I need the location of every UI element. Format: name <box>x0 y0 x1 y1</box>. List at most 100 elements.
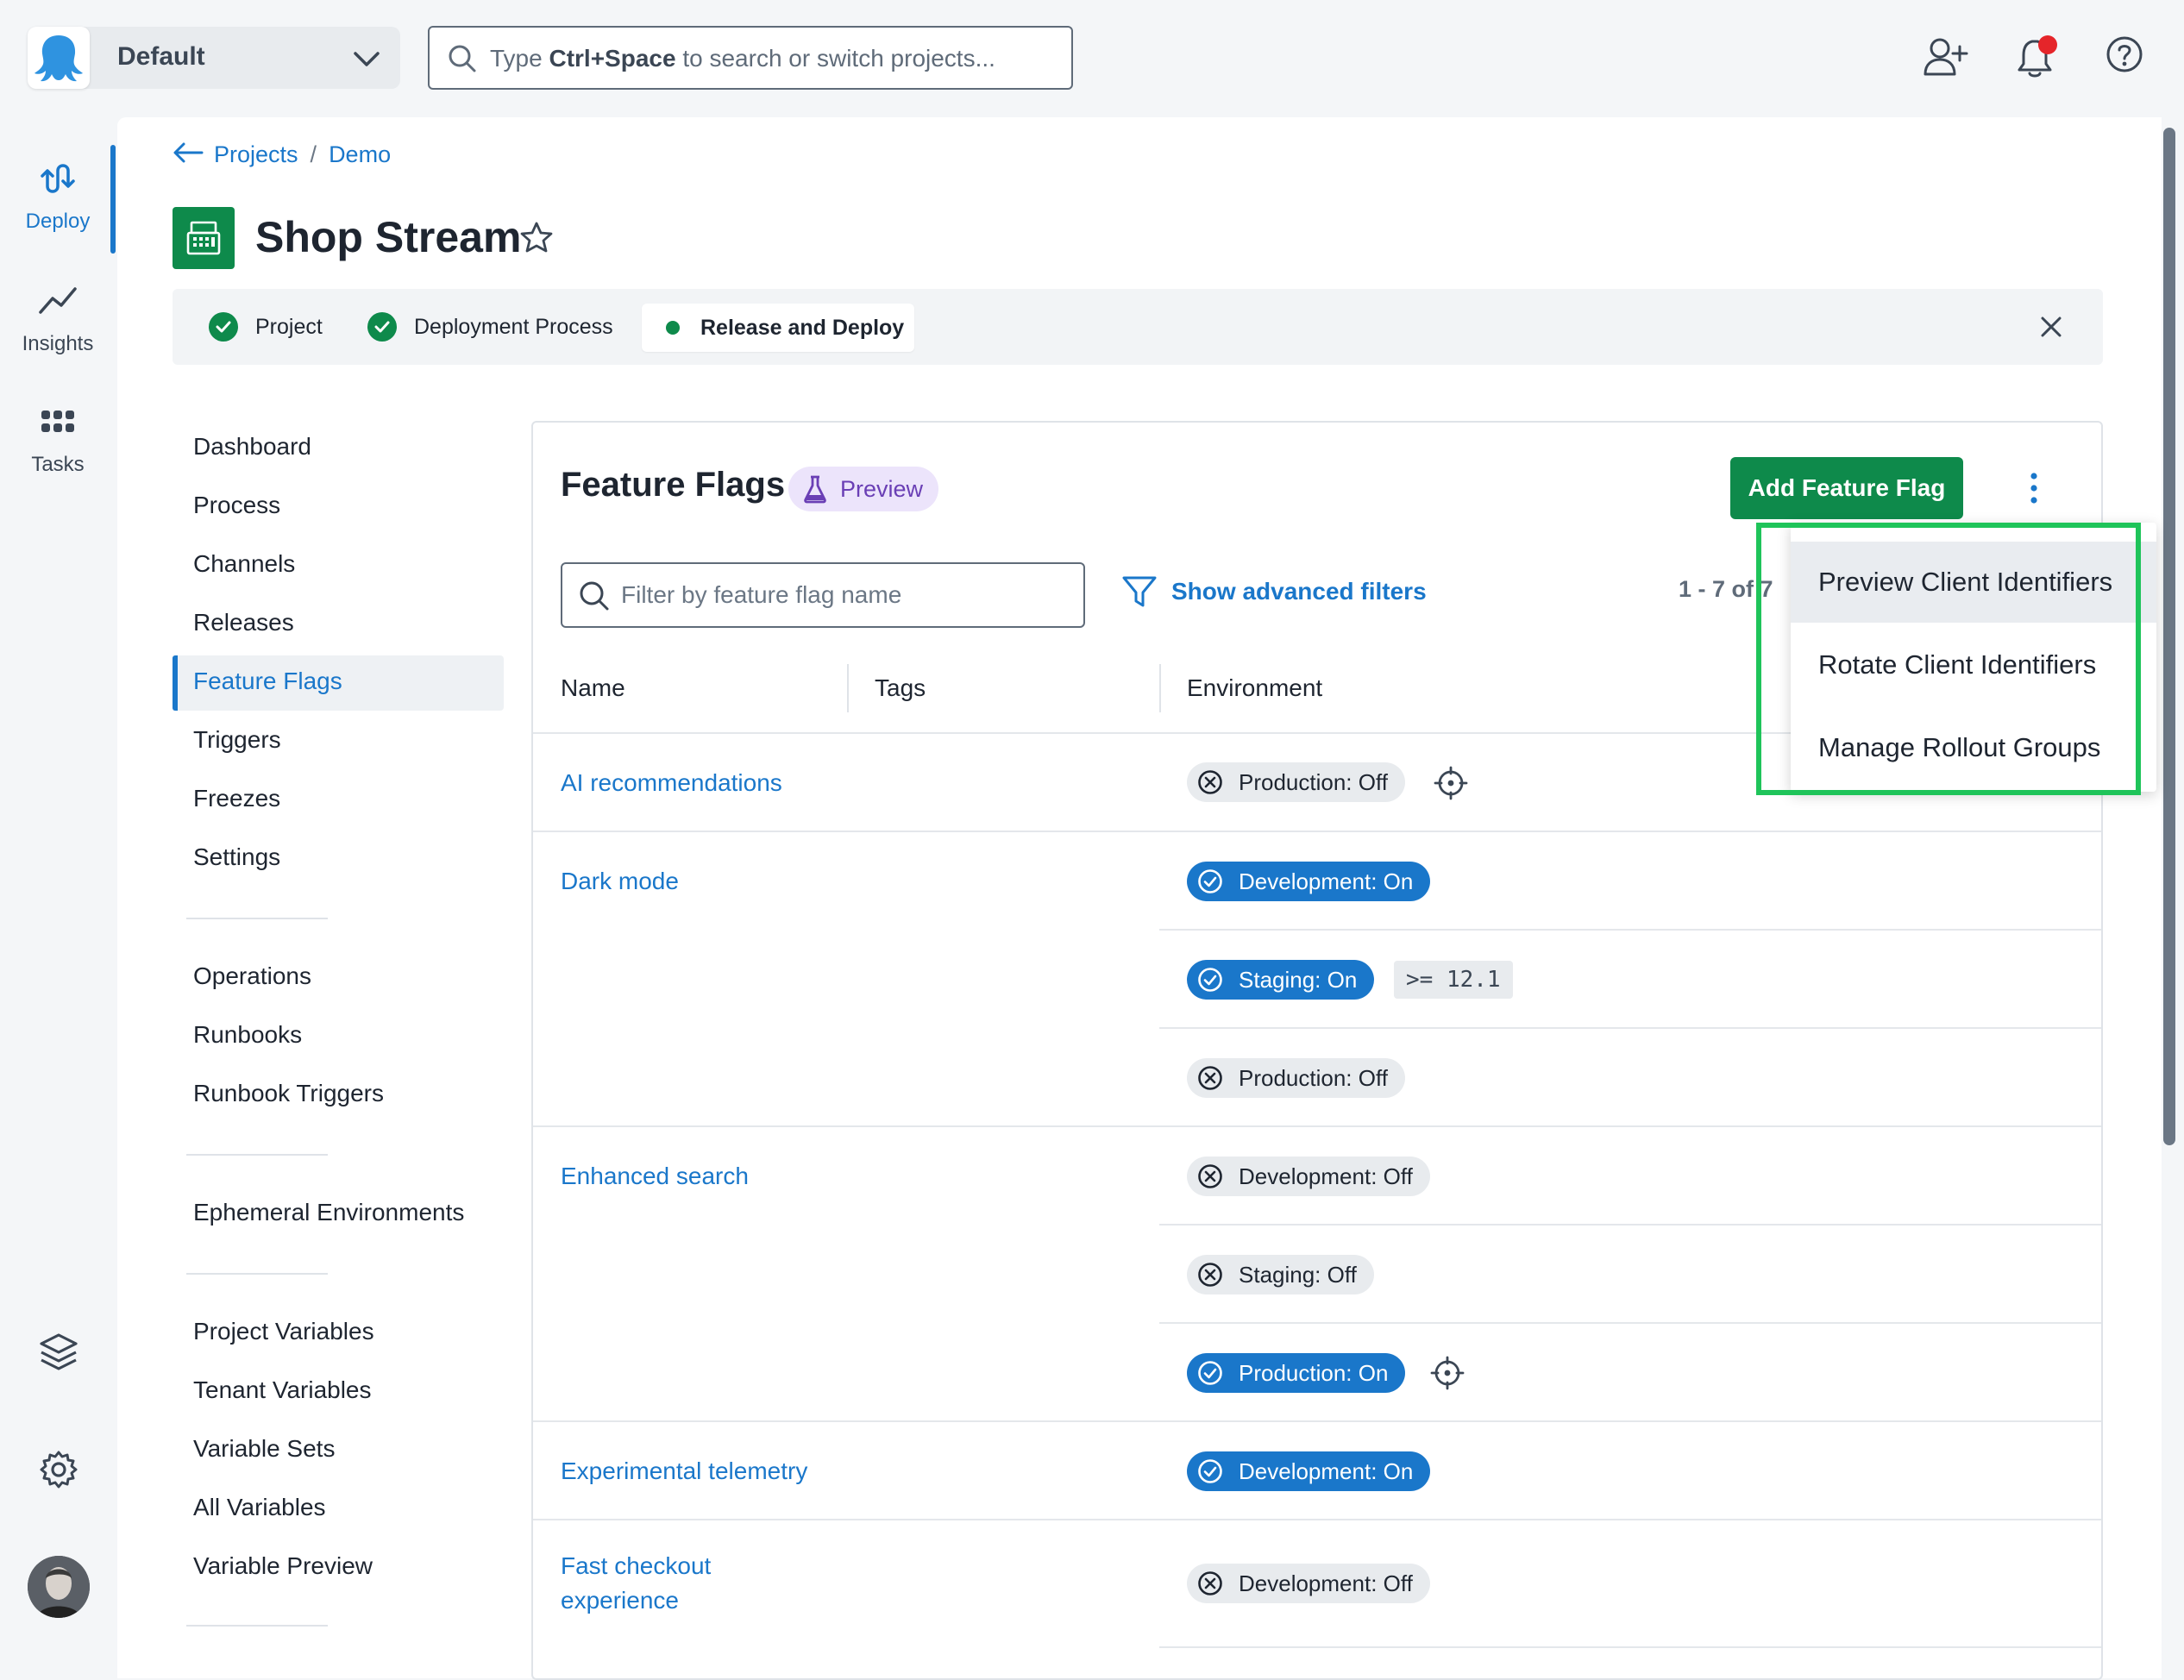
breadcrumb-projects[interactable]: Projects <box>214 141 298 167</box>
column-header-name[interactable]: Name <box>561 674 625 702</box>
rail-item-deploy[interactable]: Deploy <box>0 160 116 234</box>
sidenav-item-ephemeral-environments[interactable]: Ephemeral Environments <box>193 1199 464 1226</box>
page-scrollbar[interactable] <box>2163 128 2175 1145</box>
breadcrumb-demo[interactable]: Demo <box>329 141 391 167</box>
env-status-badge[interactable]: Production: Off <box>1187 1058 1405 1098</box>
notifications-bell-icon[interactable] <box>2013 33 2062 85</box>
sidenav-divider <box>186 1625 328 1627</box>
flask-icon <box>804 475 826 504</box>
rail-item-tasks[interactable]: Tasks <box>0 409 116 477</box>
layers-icon[interactable] <box>38 1332 79 1377</box>
check-circle-icon <box>1197 1458 1223 1484</box>
step-label: Project <box>255 314 323 339</box>
x-circle-icon <box>1197 1570 1223 1596</box>
env-status-badge[interactable]: Staging: Off <box>1187 1255 1374 1294</box>
x-circle-icon <box>1197 1163 1223 1189</box>
step-label: Deployment Process <box>414 314 613 339</box>
env-status-badge[interactable]: Development: On <box>1187 862 1431 901</box>
flag-name-link[interactable]: AI recommendations <box>561 766 782 800</box>
rail-item-insights[interactable]: Insights <box>0 285 116 356</box>
sidenav-item-releases[interactable]: Releases <box>193 609 294 636</box>
add-user-icon[interactable] <box>1922 34 1968 85</box>
settings-gear-icon[interactable] <box>38 1449 79 1495</box>
column-header-environment[interactable]: Environment <box>1187 674 1322 702</box>
sidenav-item-runbook-triggers[interactable]: Runbook Triggers <box>193 1080 384 1107</box>
back-arrow-icon[interactable] <box>173 141 204 170</box>
row-divider <box>1159 1027 2101 1029</box>
flag-name-link[interactable]: Dark mode <box>561 864 679 899</box>
check-circle-icon <box>209 312 238 342</box>
more-options-icon[interactable] <box>2018 469 2049 507</box>
x-circle-icon <box>1197 769 1223 795</box>
row-divider <box>1159 1322 2101 1324</box>
row-divider <box>533 1420 2101 1422</box>
env-status-label: Staging: Off <box>1239 1261 1357 1288</box>
row-divider <box>533 831 2101 832</box>
global-search-input[interactable]: Type Ctrl+Space to search or switch proj… <box>428 26 1073 90</box>
sidenav-item-freezes[interactable]: Freezes <box>193 785 280 812</box>
step-project[interactable]: Project <box>209 289 323 365</box>
sidenav-item-channels[interactable]: Channels <box>193 550 295 578</box>
check-circle-icon <box>1197 868 1223 894</box>
env-status-badge[interactable]: Staging: On <box>1187 960 1375 1000</box>
column-header-tags[interactable]: Tags <box>875 674 926 702</box>
rail-label: Tasks <box>31 453 85 476</box>
sidenav-item-feature-flags[interactable]: Feature Flags <box>193 668 342 695</box>
menu-item-preview-client-identifiers[interactable]: Preview Client Identifiers <box>1791 542 2156 623</box>
flag-name-link[interactable]: Experimental telemetry <box>561 1454 807 1489</box>
sidenav-item-settings[interactable]: Settings <box>193 843 280 871</box>
sidenav-item-tenant-variables[interactable]: Tenant Variables <box>193 1376 372 1404</box>
step-release-and-deploy[interactable]: Release and Deploy <box>642 304 914 352</box>
column-divider <box>1159 664 1161 712</box>
flag-filter-input[interactable]: Filter by feature flag name <box>561 562 1085 628</box>
octopus-logo[interactable] <box>28 27 90 89</box>
flag-name-link[interactable]: Enhanced search <box>561 1159 749 1194</box>
preview-badge: Preview <box>788 467 938 511</box>
sidenav-item-runbooks[interactable]: Runbooks <box>193 1021 302 1049</box>
favorite-star-icon[interactable] <box>519 221 554 260</box>
rail-label: Insights <box>22 332 94 355</box>
chevron-down-icon <box>352 46 381 76</box>
sidenav-item-triggers[interactable]: Triggers <box>193 726 281 754</box>
sidenav-item-process[interactable]: Process <box>193 492 280 519</box>
env-status-label: Staging: On <box>1239 966 1358 993</box>
more-options-menu: Preview Client Identifiers Rotate Client… <box>1791 523 2156 792</box>
env-status-badge[interactable]: Development: Off <box>1187 1564 1430 1603</box>
sidenav-active-indicator <box>173 655 178 711</box>
deploy-icon <box>0 160 116 203</box>
insights-icon <box>0 285 116 322</box>
help-icon[interactable] <box>2105 34 2144 78</box>
sidenav-item-variable-sets[interactable]: Variable Sets <box>193 1435 335 1463</box>
flag-name-link[interactable]: Fast checkout experience <box>561 1549 711 1618</box>
filter-funnel-icon <box>1122 576 1157 607</box>
env-status-badge[interactable]: Production: Off <box>1187 762 1405 802</box>
menu-item-manage-rollout-groups[interactable]: Manage Rollout Groups <box>1791 707 2156 788</box>
target-crosshair-icon[interactable] <box>1430 1356 1465 1395</box>
add-feature-flag-button[interactable]: Add Feature Flag <box>1730 457 1963 519</box>
step-deployment-process[interactable]: Deployment Process <box>367 289 613 365</box>
close-icon[interactable] <box>2037 313 2065 345</box>
pagination-summary: 1 - 7 of 7 <box>1679 576 1773 602</box>
show-advanced-filters-link[interactable]: Show advanced filters <box>1121 574 1427 609</box>
env-status-label: Development: Off <box>1239 1570 1413 1596</box>
sidenav-item-variable-preview[interactable]: Variable Preview <box>193 1552 373 1580</box>
env-status-label: Development: On <box>1239 868 1414 894</box>
sidenav-divider <box>186 918 328 919</box>
rail-label: Deploy <box>25 210 91 233</box>
sidenav-item-dashboard[interactable]: Dashboard <box>193 433 311 461</box>
sidenav-item-all-variables[interactable]: All Variables <box>193 1494 326 1521</box>
x-circle-icon <box>1197 1065 1223 1091</box>
check-circle-icon <box>367 312 397 342</box>
menu-item-rotate-client-identifiers[interactable]: Rotate Client Identifiers <box>1791 624 2156 705</box>
advanced-filters-label: Show advanced filters <box>1171 578 1427 605</box>
env-status-badge[interactable]: Production: On <box>1187 1353 1406 1393</box>
sidenav-item-project-variables[interactable]: Project Variables <box>193 1318 374 1345</box>
target-crosshair-icon[interactable] <box>1434 766 1468 805</box>
sidenav-item-operations[interactable]: Operations <box>193 962 311 990</box>
column-divider <box>847 664 849 712</box>
user-avatar[interactable] <box>28 1556 90 1618</box>
env-status-badge[interactable]: Development: On <box>1187 1451 1431 1491</box>
row-divider <box>1159 929 2101 931</box>
env-status-badge[interactable]: Development: Off <box>1187 1157 1430 1196</box>
sidenav-divider <box>186 1273 328 1275</box>
